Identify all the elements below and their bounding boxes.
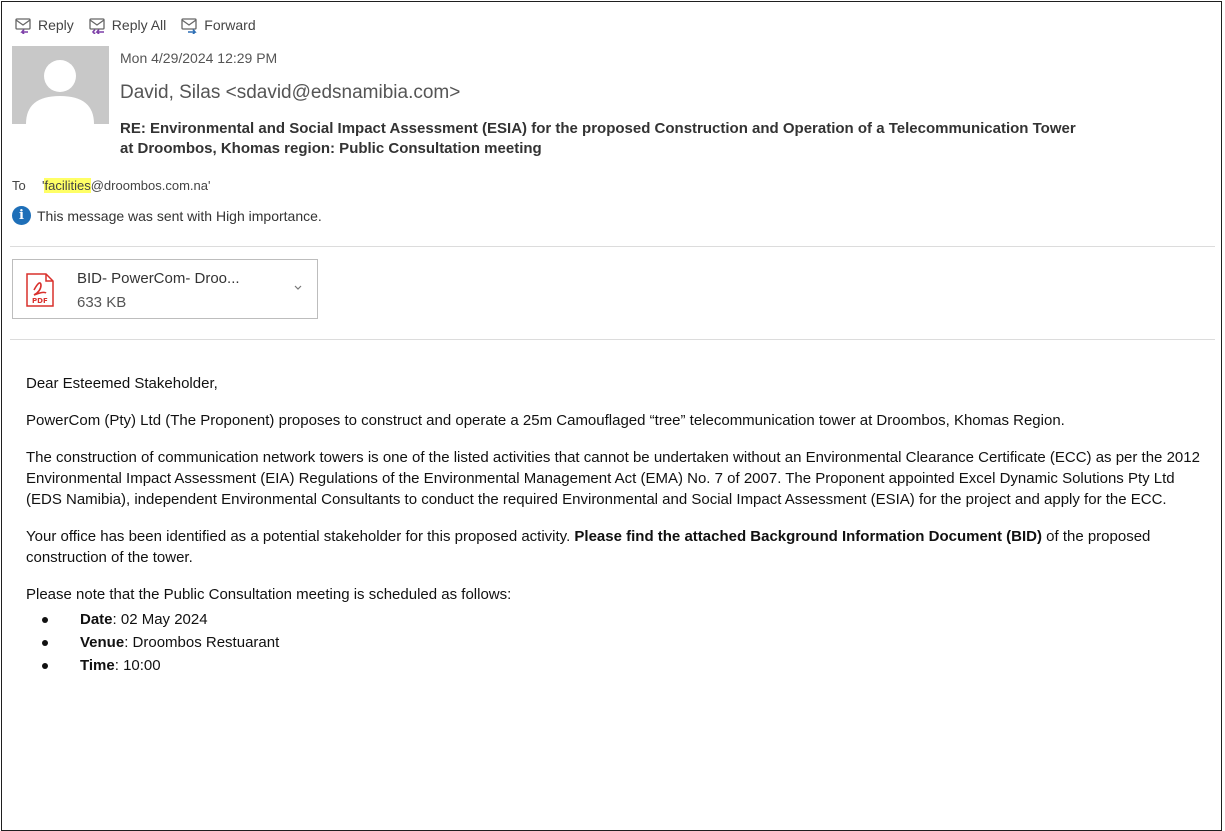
forward-icon [181, 18, 197, 34]
schedule-item-date: Date: 02 May 2024 [26, 609, 1211, 630]
schedule-list: Date: 02 May 2024 Venue: Droombos Restua… [26, 609, 1211, 676]
reply-all-icon [89, 18, 105, 34]
message-body: Dear Esteemed Stakeholder, PowerCom (Pty… [26, 373, 1211, 678]
importance-text: This message was sent with High importan… [37, 207, 322, 224]
message-date: Mon 4/29/2024 12:29 PM [120, 50, 278, 66]
reply-icon [15, 18, 31, 34]
paragraph-3-bold: Please find the attached Background Info… [574, 528, 1042, 545]
attachment-name: BID- PowerCom- Droo... [77, 270, 240, 287]
message-subject: RE: Environmental and Social Impact Asse… [120, 119, 1210, 159]
attachment-card[interactable]: PDF BID- PowerCom- Droo... 633 KB [12, 259, 318, 319]
paragraph-3-text: Your office has been identified as a pot… [26, 528, 575, 545]
paragraph-1: PowerCom (Pty) Ltd (The Proponent) propo… [26, 412, 1065, 429]
paragraph-3: Your office has been identified as a pot… [26, 526, 1211, 568]
recipient-domain[interactable]: @droombos.com.na' [91, 178, 211, 193]
message-toolbar: Reply Reply All Forward [14, 14, 256, 36]
to-label: To [12, 178, 26, 193]
reply-button[interactable]: Reply [14, 14, 74, 36]
forward-button[interactable]: Forward [180, 14, 256, 36]
subject-line-1: RE: Environmental and Social Impact Asse… [120, 120, 1076, 137]
chevron-down-icon[interactable] [293, 282, 303, 292]
attachment-divider [10, 339, 1215, 340]
svg-text:PDF: PDF [32, 297, 48, 305]
recipient-highlight[interactable]: facilities [44, 178, 91, 193]
sender-avatar [12, 46, 109, 124]
header-divider [10, 246, 1215, 247]
greeting: Dear Esteemed Stakeholder, [26, 375, 218, 392]
importance-notice: i This message was sent with High import… [12, 206, 322, 225]
reply-all-label: Reply All [111, 17, 167, 33]
paragraph-2: The construction of communication networ… [26, 449, 1200, 508]
reply-label: Reply [38, 17, 74, 33]
schedule-intro: Please note that the Public Consultation… [26, 586, 512, 603]
attachment-size: 633 KB [77, 294, 127, 311]
info-icon: i [12, 206, 31, 225]
email-reading-pane: Reply Reply All Forward Mon 4/29/2024 12… [1, 1, 1222, 831]
to-recipients: To'facilities@droombos.com.na' [12, 178, 210, 193]
schedule-item-venue: Venue: Droombos Restuarant [26, 632, 1211, 653]
reply-all-button[interactable]: Reply All [88, 14, 166, 36]
person-placeholder-icon [26, 60, 94, 124]
sender-name[interactable]: David, Silas <sdavid@edsnamibia.com> [120, 82, 460, 104]
pdf-file-icon: PDF [26, 273, 54, 307]
forward-label: Forward [204, 17, 256, 33]
subject-line-2: at Droombos, Khomas region: Public Consu… [120, 140, 542, 157]
schedule-item-time: Time: 10:00 [26, 655, 1211, 676]
